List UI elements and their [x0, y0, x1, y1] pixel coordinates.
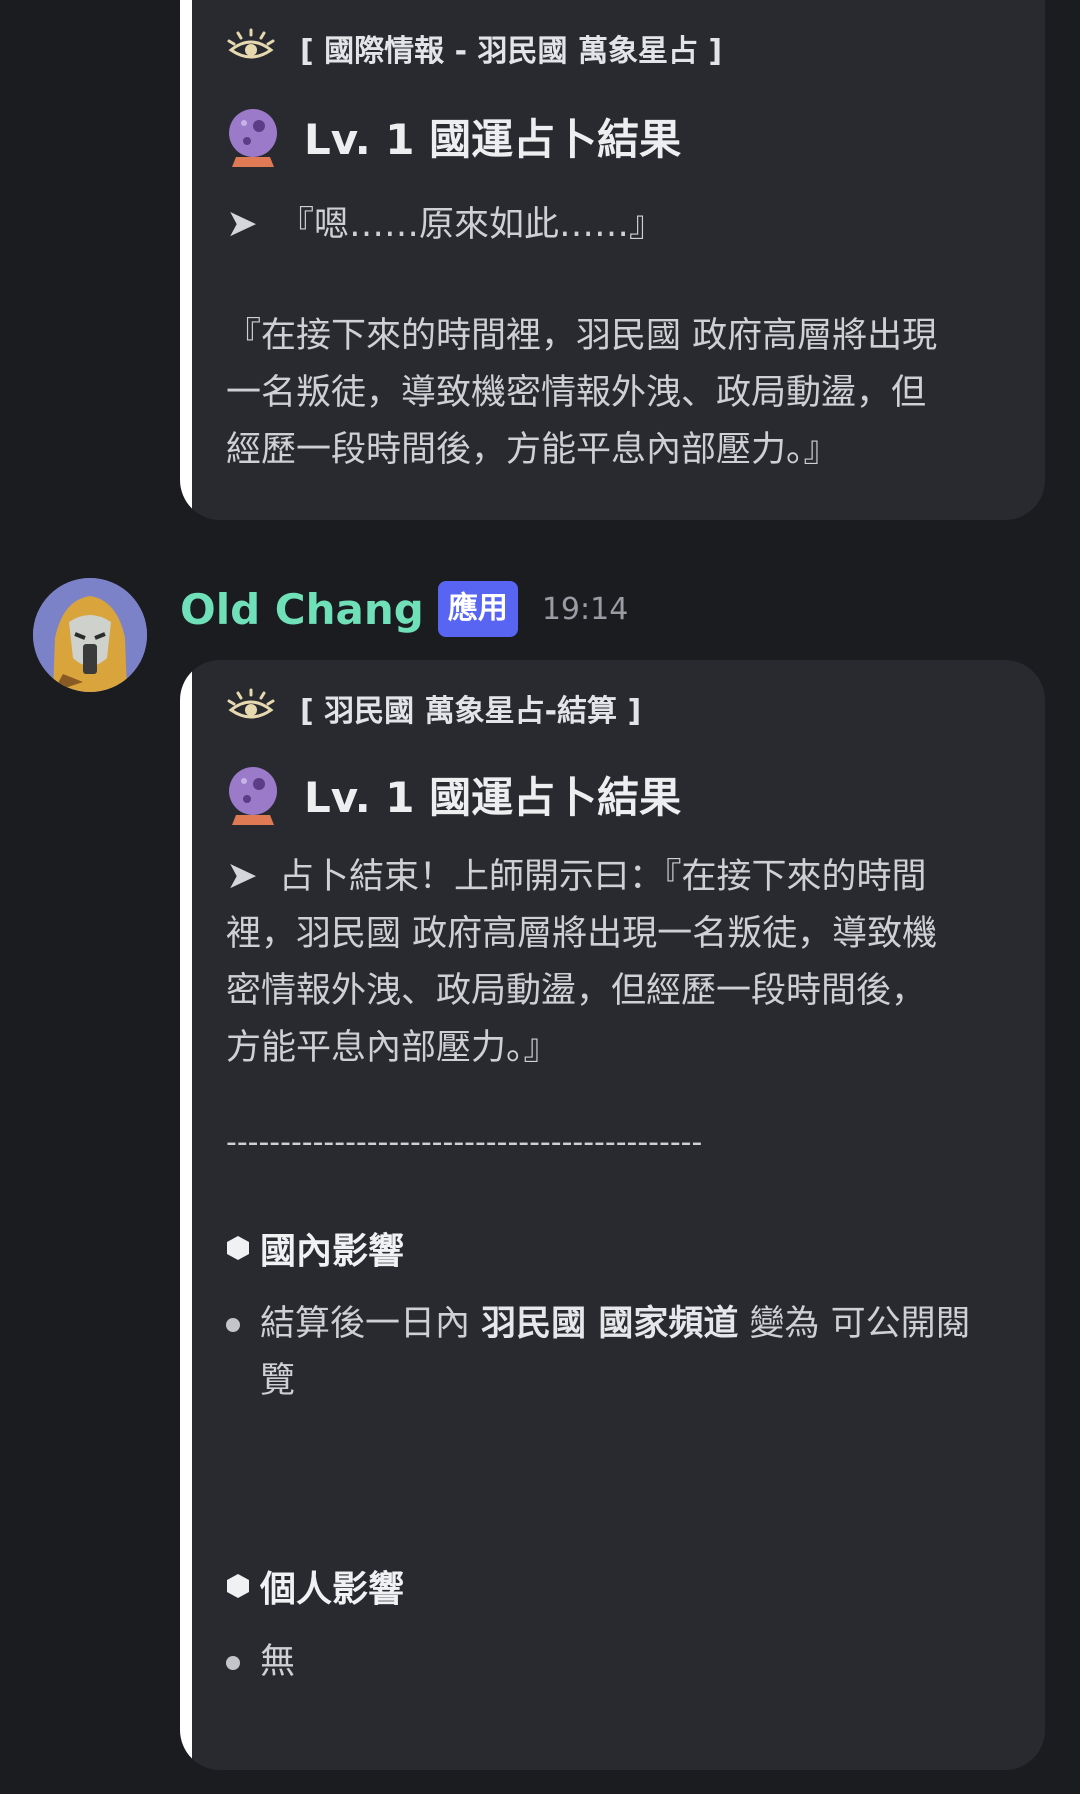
embed-body-line: 『在接下來的時間裡，羽民國 政府高層將出現 [226, 316, 938, 356]
bullet-text: 覽 [260, 1361, 296, 1401]
bullet-text: 變為 可公開閱 [738, 1304, 971, 1344]
avatar[interactable] [33, 578, 147, 692]
embed-intel-card: [ 國際情報 - 羽民國 萬象星占 ] Lv. 1 國運占卜結果 ➤ 『嗯……原… [180, 0, 1045, 520]
divider-line: ----------------------------------------… [226, 1125, 703, 1160]
arrow-icon: ➤ [226, 853, 258, 897]
hexagon-icon [227, 1574, 249, 1598]
embed-desc-line: 方能平息內部壓力。』 [226, 1028, 559, 1068]
eye-icon [227, 28, 275, 59]
arrow-icon: ➤ [226, 201, 258, 245]
bullet-dot [226, 1318, 240, 1332]
embed-title-text: Lv. 1 國運占卜結果 [304, 773, 682, 822]
crystal-ball-icon [229, 766, 277, 825]
embed-title: Lv. 1 國運占卜結果 [226, 764, 1005, 825]
embed-body-line: 經歷一段時間後，方能平息內部壓力。』 [226, 430, 839, 470]
embed-quote: ➤ 『嗯……原來如此……』 [226, 195, 1005, 254]
crystal-ball-icon [229, 108, 277, 167]
list-item: 結算後一日內 羽民國 國家頻道 變為 可公開閱 覽 [226, 1296, 1005, 1410]
hexagon-icon [227, 1236, 249, 1260]
field-name-text: 個人影響 [260, 1569, 405, 1610]
embed-author: [ 羽民國 萬象星占-結算 ] [226, 686, 1005, 730]
list-item: 無 [226, 1634, 1005, 1691]
username[interactable]: Old Chang [180, 585, 424, 634]
embed-description: ➤ 占卜結束！上師開示曰：『在接下來的時間 裡，羽民國 政府高層將出現一名叛徒，… [226, 847, 1005, 1077]
field-domestic-impact: 國內影響 [226, 1222, 1005, 1274]
embed-body: 『在接下來的時間裡，羽民國 政府高層將出現 一名叛徒，導致機密情報外洩、政局動盪… [226, 308, 1005, 479]
bullet-dot [226, 1656, 240, 1670]
embed-author-text: [ 國際情報 - 羽民國 萬象星占 ] [300, 34, 723, 69]
message-header: Old Chang 應用 19:14 [180, 578, 628, 640]
embed-desc-line: 密情報外洩、政局動盪，但經歷一段時間後， [226, 971, 927, 1011]
embed-body-line: 一名叛徒，導致機密情報外洩、政局動盪，但 [226, 373, 927, 413]
embed-title: Lv. 1 國運占卜結果 [226, 106, 1005, 167]
embed-title-text: Lv. 1 國運占卜結果 [304, 115, 682, 164]
embed-author-text: [ 羽民國 萬象星占-結算 ] [300, 694, 642, 729]
channel-name: 羽民國 國家頻道 [481, 1304, 739, 1344]
field-name-text: 國內影響 [260, 1231, 405, 1272]
embed-author: [ 國際情報 - 羽民國 萬象星占 ] [226, 26, 1005, 70]
embed-desc-line: 裡，羽民國 政府高層將出現一名叛徒，導致機 [226, 914, 938, 954]
timestamp[interactable]: 19:14 [542, 592, 628, 627]
app-badge: 應用 [437, 581, 518, 637]
embed-settlement-card: [ 羽民國 萬象星占-結算 ] Lv. 1 國運占卜結果 ➤ 占卜結束！上師開示… [180, 660, 1045, 1770]
bullet-text: 無 [260, 1642, 296, 1682]
embed-quote-text: 『嗯……原來如此……』 [278, 205, 664, 245]
embed-desc-line: 占卜結束！上師開示曰：『在接下來的時間 [267, 857, 927, 897]
eye-icon [227, 688, 275, 719]
field-personal-impact: 個人影響 [226, 1560, 1005, 1612]
bullet-text: 結算後一日內 [260, 1304, 482, 1344]
robot-avatar-icon [33, 578, 147, 692]
